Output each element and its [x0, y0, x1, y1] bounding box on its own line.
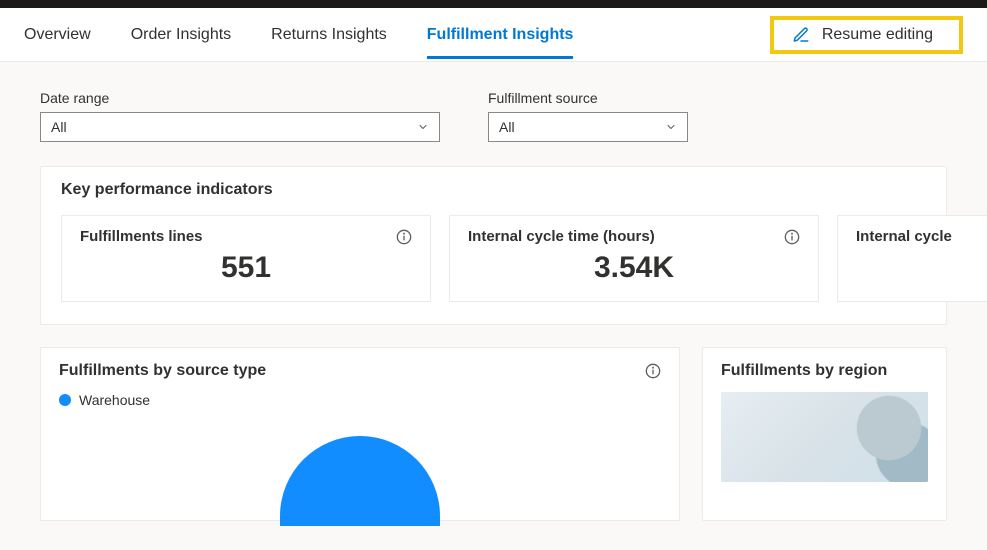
kpi-value: 551	[80, 251, 412, 285]
kpi-section-title: Key performance indicators	[61, 181, 926, 199]
chevron-down-icon	[417, 121, 429, 133]
info-icon[interactable]	[784, 229, 800, 245]
tab-label: Overview	[24, 26, 91, 43]
kpi-card-internal-cycle-partial: Internal cycle	[837, 215, 987, 302]
tab-overview[interactable]: Overview	[24, 12, 91, 58]
panel-title: Fulfillments by region	[721, 362, 887, 380]
tab-nav: Overview Order Insights Returns Insights…	[0, 8, 987, 62]
tab-label: Order Insights	[131, 26, 231, 43]
kpi-card-fulfillments-lines: Fulfillments lines 551	[61, 215, 431, 302]
lower-panels-row: Fulfillments by source type Warehouse Fu…	[40, 347, 947, 521]
tab-order-insights[interactable]: Order Insights	[131, 12, 231, 58]
legend-label: Warehouse	[79, 392, 150, 408]
filter-date-range: Date range All	[40, 90, 440, 142]
panel-fulfillments-by-region: Fulfillments by region	[702, 347, 947, 521]
window-top-bar	[0, 0, 987, 8]
kpi-label: Internal cycle time (hours)	[468, 228, 655, 245]
info-icon[interactable]	[645, 363, 661, 379]
panel-title: Fulfillments by source type	[59, 362, 266, 380]
fulfillment-source-value: All	[499, 119, 515, 135]
filter-label-fulfillment-source: Fulfillment source	[488, 90, 688, 106]
tab-label: Returns Insights	[271, 26, 387, 43]
kpi-label: Fulfillments lines	[80, 228, 203, 245]
info-icon[interactable]	[396, 229, 412, 245]
resume-editing-button[interactable]: Resume editing	[770, 16, 963, 54]
pencil-icon	[792, 26, 810, 44]
fulfillment-source-select[interactable]: All	[488, 112, 688, 142]
filter-label-date-range: Date range	[40, 90, 440, 106]
pie-chart	[280, 436, 440, 526]
date-range-value: All	[51, 119, 67, 135]
kpi-section: Key performance indicators Fulfillments …	[40, 166, 947, 325]
date-range-select[interactable]: All	[40, 112, 440, 142]
kpi-label: Internal cycle	[856, 228, 952, 245]
legend-item-warehouse[interactable]: Warehouse	[59, 392, 661, 408]
content-area: Date range All Fulfillment source All Ke…	[0, 62, 987, 521]
legend-dot-icon	[59, 394, 71, 406]
tab-fulfillment-insights[interactable]: Fulfillment Insights	[427, 12, 574, 58]
resume-editing-label: Resume editing	[822, 26, 933, 44]
tab-returns-insights[interactable]: Returns Insights	[271, 12, 387, 58]
filters-row: Date range All Fulfillment source All	[40, 90, 947, 142]
tab-label: Fulfillment Insights	[427, 26, 574, 43]
filter-fulfillment-source: Fulfillment source All	[488, 90, 688, 142]
kpi-value: 3.54K	[468, 251, 800, 285]
panel-fulfillments-by-source: Fulfillments by source type Warehouse	[40, 347, 680, 521]
chevron-down-icon	[665, 121, 677, 133]
region-map	[721, 392, 928, 482]
kpi-cards-row: Fulfillments lines 551 Internal cycle ti…	[61, 215, 926, 302]
kpi-card-internal-cycle-time: Internal cycle time (hours) 3.54K	[449, 215, 819, 302]
